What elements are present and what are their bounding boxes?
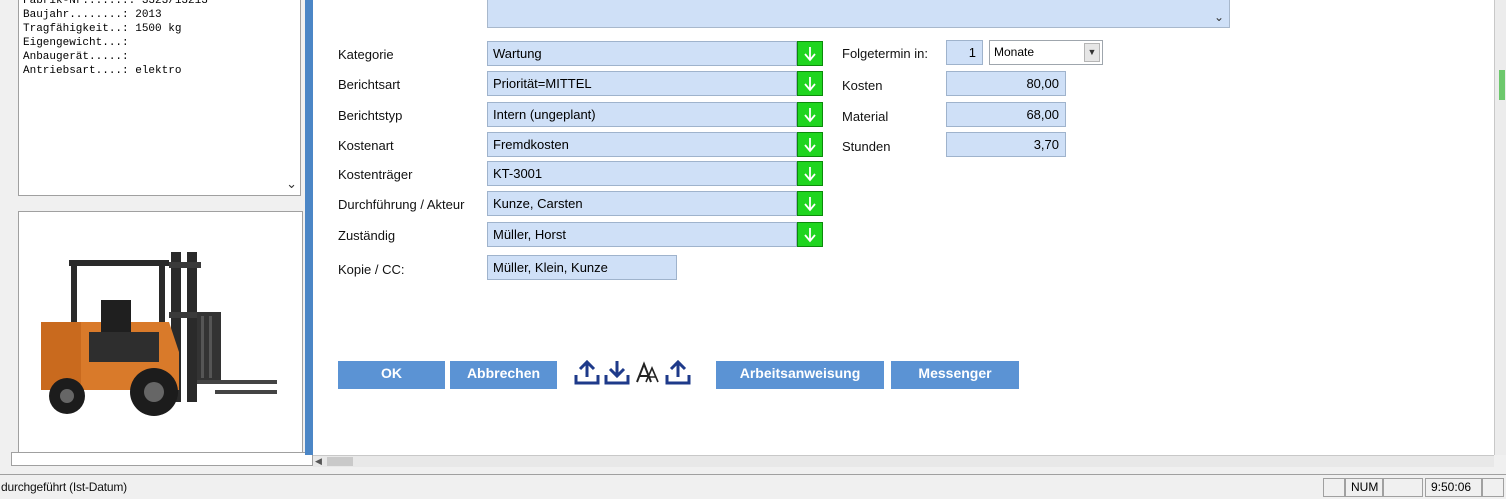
status-text: durchgeführt (Ist-Datum) — [1, 480, 127, 494]
status-num: NUM — [1345, 478, 1383, 497]
kostentraeger-dropdown-button[interactable] — [797, 161, 823, 186]
kosten-label: Kosten — [842, 78, 883, 93]
arrow-down-icon — [804, 108, 816, 123]
upload-icon[interactable] — [664, 358, 692, 386]
kopie-label: Kopie / CC: — [338, 262, 405, 277]
status-bar: durchgeführt (Ist-Datum) NUM 9:50:06 — [0, 474, 1506, 499]
status-time: 9:50:06 — [1425, 478, 1482, 497]
berichtstyp-field[interactable]: Intern (ungeplant) — [487, 102, 797, 127]
status-box-empty — [1383, 478, 1423, 497]
status-box-empty — [1323, 478, 1345, 497]
berichtsart-dropdown-button[interactable] — [797, 71, 823, 96]
folgetermin-unit-select[interactable]: Monate ▼ — [989, 40, 1103, 65]
arrow-down-icon — [804, 228, 816, 243]
kostenart-field[interactable]: Fremdkosten — [487, 132, 797, 157]
material-label: Material — [842, 109, 889, 124]
arrow-down-icon — [804, 167, 816, 182]
messenger-button[interactable]: Messenger — [891, 361, 1019, 389]
kategorie-field[interactable]: Wartung — [487, 41, 797, 66]
scroll-down-icon[interactable]: ⌄ — [1214, 10, 1224, 24]
chevron-down-icon[interactable]: ▼ — [1084, 43, 1100, 62]
font-size-icon[interactable] — [634, 358, 662, 386]
folgetermin-field[interactable]: 1 — [946, 40, 983, 65]
ok-button[interactable]: OK — [338, 361, 445, 389]
kosten-field[interactable]: 80,00 — [946, 71, 1066, 96]
berichtsart-label: Berichtsart — [338, 77, 401, 92]
durchfuehrung-dropdown-button[interactable] — [797, 191, 823, 216]
scroll-down-icon[interactable]: ⌄ — [286, 176, 297, 192]
right-scroll-edge[interactable] — [1494, 0, 1506, 455]
kostenart-label: Kostenart — [338, 138, 394, 153]
scrollbar-thumb[interactable] — [327, 457, 353, 466]
kategorie-label: Kategorie — [338, 47, 394, 62]
stunden-label: Stunden — [842, 139, 891, 154]
status-box-empty — [1482, 478, 1504, 497]
arrow-down-icon — [804, 197, 816, 212]
arrow-down-icon — [804, 47, 816, 62]
arrow-down-icon — [804, 77, 816, 92]
panel-separator — [305, 0, 313, 455]
berichtstyp-label: Berichtstyp — [338, 108, 403, 123]
download-icon[interactable] — [603, 358, 631, 386]
stunden-field[interactable]: 3,70 — [946, 132, 1066, 157]
material-field[interactable]: 68,00 — [946, 102, 1066, 127]
arrow-down-icon — [804, 138, 816, 153]
report-form: ⌄ Kategorie Berichtsart Berichtstyp Kost… — [313, 0, 1494, 455]
kostenart-dropdown-button[interactable] — [797, 132, 823, 157]
berichtsart-field[interactable]: Priorität=MITTEL — [487, 71, 797, 96]
folgetermin-unit-value: Monate — [994, 45, 1035, 59]
horizontal-scrollbar[interactable]: ◀ — [313, 455, 1494, 467]
kostentraeger-label: Kostenträger — [338, 167, 413, 182]
kopie-field[interactable]: Müller, Klein, Kunze — [487, 255, 677, 280]
upload-icon[interactable] — [573, 358, 601, 386]
machine-info-text: Fabrik-Nr.......: 3323/13213 Baujahr....… — [23, 0, 208, 77]
machine-photo — [18, 211, 303, 455]
kategorie-dropdown-button[interactable] — [797, 41, 823, 66]
folgetermin-label: Folgetermin in: — [842, 46, 928, 61]
machine-info-box[interactable]: Fabrik-Nr.......: 3323/13213 Baujahr....… — [18, 0, 301, 196]
durchfuehrung-field[interactable]: Kunze, Carsten — [487, 191, 797, 216]
durchfuehrung-label: Durchführung / Akteur — [338, 197, 465, 212]
forklift-image — [19, 212, 302, 454]
zustaendig-label: Zuständig — [338, 228, 396, 243]
left-panel: Fabrik-Nr.......: 3323/13213 Baujahr....… — [0, 0, 313, 466]
arbeitsanweisung-button[interactable]: Arbeitsanweisung — [716, 361, 884, 389]
right-edge-indicator — [1499, 70, 1505, 100]
zustaendig-dropdown-button[interactable] — [797, 222, 823, 247]
berichtstyp-dropdown-button[interactable] — [797, 102, 823, 127]
description-memo[interactable]: ⌄ — [487, 0, 1230, 28]
kostentraeger-field[interactable]: KT-3001 — [487, 161, 797, 186]
left-bottom-field[interactable] — [11, 452, 313, 466]
zustaendig-field[interactable]: Müller, Horst — [487, 222, 797, 247]
scroll-left-icon[interactable]: ◀ — [315, 456, 322, 467]
cancel-button[interactable]: Abbrechen — [450, 361, 557, 389]
